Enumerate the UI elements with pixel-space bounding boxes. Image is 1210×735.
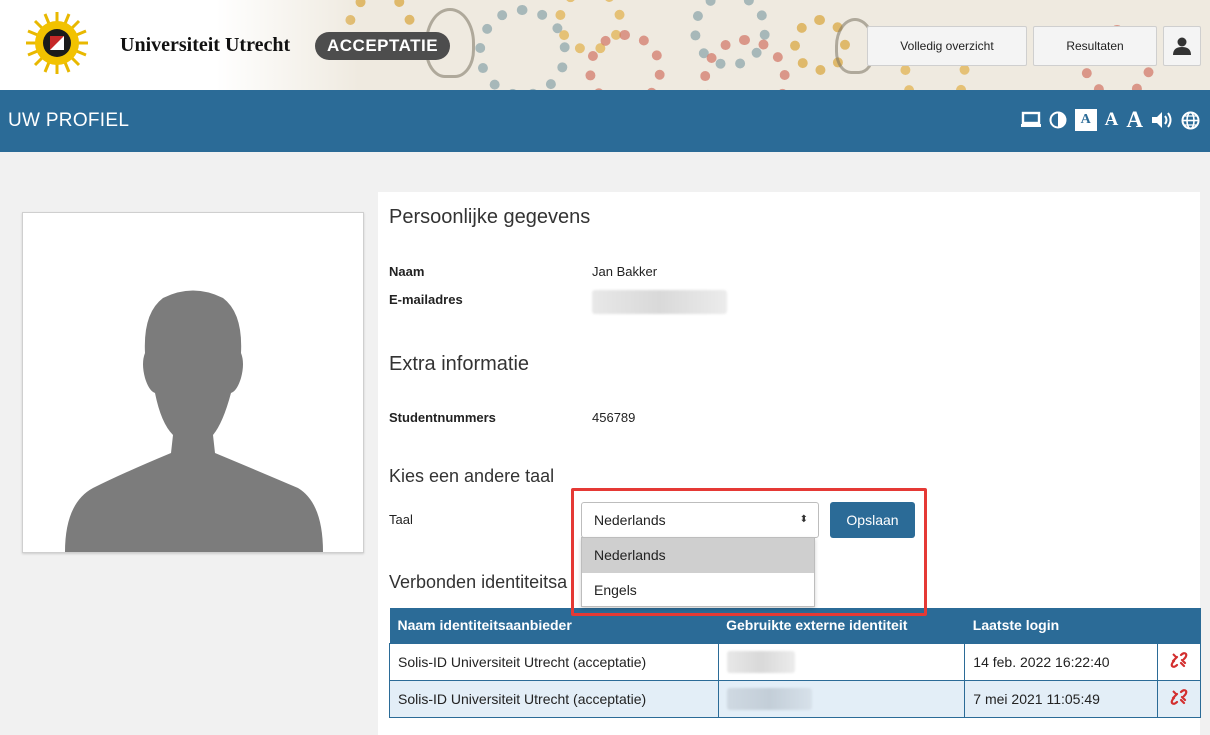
person-silhouette-icon — [65, 290, 323, 552]
table-row: Solis-ID Universiteit Utrecht (acceptati… — [389, 679, 1201, 718]
identities-table: Naam identiteitsaanbieder Gebruikte exte… — [389, 608, 1201, 718]
font-large-icon[interactable]: A — [1126, 107, 1143, 133]
personal-heading: Persoonlijke gegevens — [389, 206, 591, 228]
environment-badge: ACCEPTATIE — [315, 32, 451, 60]
page-title: UW PROFIEL — [8, 110, 130, 131]
highlight-annotation — [571, 488, 927, 616]
full-overview-button[interactable]: Volledig overzicht — [867, 26, 1027, 66]
user-menu-button[interactable] — [1163, 26, 1201, 66]
profile-photo — [22, 212, 364, 553]
page-titlebar: UW PROFIEL A A A — [0, 90, 1210, 152]
university-logo — [26, 12, 88, 74]
identity-cell — [717, 642, 966, 681]
speaker-icon[interactable] — [1151, 111, 1173, 129]
font-medium-icon[interactable]: A — [1105, 109, 1119, 131]
extra-heading: Extra informatie — [389, 353, 530, 375]
last-login-cell: 14 feb. 2022 16:22:40 — [964, 642, 1159, 681]
language-label: Taal — [389, 512, 413, 527]
last-login-cell: 7 mei 2021 11:05:49 — [964, 679, 1159, 718]
header-banner: Universiteit Utrecht ACCEPTATIE Volledig… — [0, 0, 1210, 90]
email-label: E-mailadres — [389, 292, 463, 307]
unlink-button[interactable] — [1157, 642, 1201, 681]
student-number-label: Studentnummers — [389, 410, 496, 425]
student-number-value: 456789 — [592, 410, 636, 425]
unlink-button[interactable] — [1157, 679, 1201, 718]
column-header-last-login: Laatste login — [964, 608, 1158, 643]
desktop-icon[interactable] — [1020, 111, 1041, 129]
name-value: Jan Bakker — [592, 264, 658, 279]
table-row: Solis-ID Universiteit Utrecht (acceptati… — [389, 642, 1201, 681]
email-value-redacted — [592, 290, 727, 314]
identities-heading: Verbonden identiteitsa — [389, 572, 568, 592]
brand-name: Universiteit Utrecht — [120, 34, 291, 56]
unlink-icon — [1170, 652, 1188, 668]
contrast-icon[interactable] — [1049, 111, 1067, 129]
provider-cell: Solis-ID Universiteit Utrecht (acceptati… — [389, 679, 719, 718]
font-small-icon[interactable]: A — [1074, 109, 1097, 131]
unlink-icon — [1170, 689, 1188, 705]
user-icon — [1173, 37, 1191, 55]
name-label: Naam — [389, 264, 425, 279]
globe-icon[interactable] — [1181, 111, 1200, 130]
provider-cell: Solis-ID Universiteit Utrecht (acceptati… — [389, 642, 719, 681]
accessibility-toolbar: A A A — [1020, 107, 1200, 133]
results-button[interactable]: Resultaten — [1033, 26, 1157, 66]
identity-cell — [717, 679, 966, 718]
language-heading: Kies een andere taal — [389, 466, 555, 486]
